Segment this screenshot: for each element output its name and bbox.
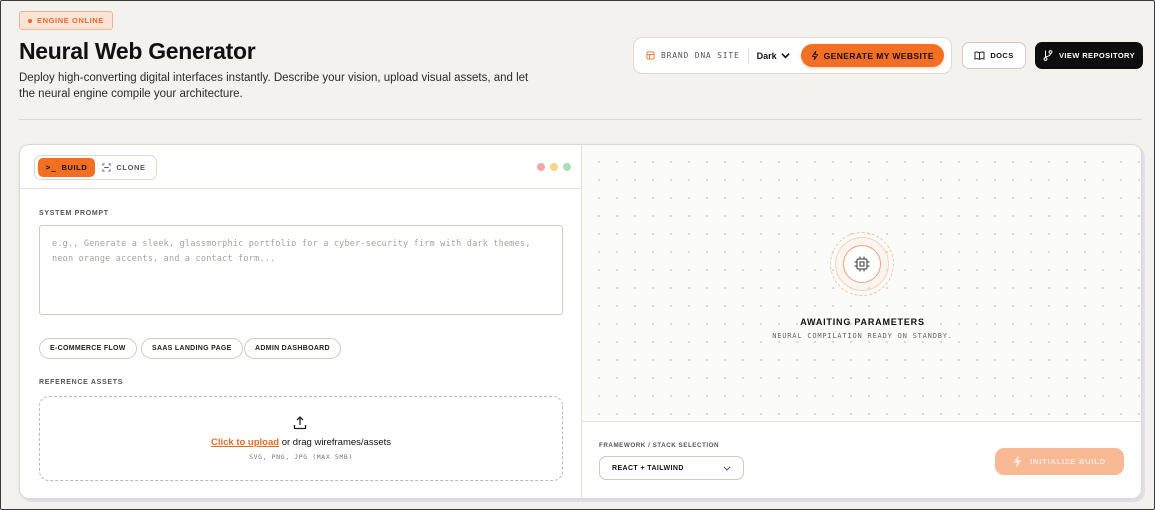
tab-clone-label: CLONE	[116, 163, 146, 172]
brand-dna-toggle[interactable]: BRAND DNA SITE	[646, 51, 740, 60]
build-controls: FRAMEWORK / STACK SELECTION REACT + TAIL…	[582, 421, 1141, 498]
stack-label: FRAMEWORK / STACK SELECTION	[599, 442, 720, 449]
docs-button[interactable]: DOCS	[962, 42, 1026, 69]
page-description: Deploy high-converting digital interface…	[19, 72, 529, 100]
generate-website-button[interactable]: GENERATE MY WEBSITE	[800, 44, 944, 67]
builder-tab-bar: >_ BUILD CLONE	[20, 145, 581, 189]
initialize-build-button[interactable]: INITIALIZE BUILD	[995, 448, 1124, 475]
upload-text: or drag wireframes/assets	[279, 437, 392, 448]
template-chip-label: ADMIN DASHBOARD	[255, 345, 330, 352]
awaiting-subtitle: NEURAL COMPILATION READY ON STANDBY.	[772, 332, 953, 340]
bolt-icon	[811, 51, 819, 60]
cpu-icon	[854, 256, 870, 272]
reference-assets-label: REFERENCE ASSETS	[39, 379, 124, 386]
action-group: BRAND DNA SITE Dark GENERATE MY WEBSITE	[633, 37, 952, 74]
view-repository-label: VIEW REPOSITORY	[1058, 51, 1135, 60]
upload-hint: SVG, PNG, JPG (MAX 5MB)	[249, 453, 353, 461]
template-chip-ecommerce[interactable]: E-COMMERCE FLOW	[39, 338, 137, 359]
status-dot	[28, 18, 32, 23]
window-dot-yellow	[550, 163, 558, 171]
preview-pane: AWAITING PARAMETERS NEURAL COMPILATION R…	[582, 145, 1141, 498]
awaiting-title: AWAITING PARAMETERS	[800, 317, 925, 327]
status-badge: ENGINE ONLINE	[19, 11, 113, 30]
builder-pane: >_ BUILD CLONE SYSTEM PROMPT e.g., Gener…	[20, 145, 581, 498]
initialize-build-label: INITIALIZE BUILD	[1030, 457, 1106, 466]
template-chip-admin[interactable]: ADMIN DASHBOARD	[244, 338, 341, 359]
view-repository-button[interactable]: VIEW REPOSITORY	[1035, 42, 1143, 69]
builder-card: >_ BUILD CLONE SYSTEM PROMPT e.g., Gener…	[19, 144, 1142, 499]
window-controls	[537, 163, 571, 171]
header-divider	[19, 119, 1142, 120]
bolt-icon	[1013, 456, 1022, 467]
generate-website-label: GENERATE MY WEBSITE	[823, 50, 934, 61]
template-chip-saas[interactable]: SAAS LANDING PAGE	[141, 338, 243, 359]
system-prompt-label: SYSTEM PROMPT	[39, 210, 109, 217]
page-title: Neural Web Generator	[19, 38, 256, 64]
upload-instructions: Click to upload or drag wireframes/asset…	[40, 437, 562, 448]
brand-dna-icon	[646, 51, 655, 60]
standby-indicator	[830, 232, 894, 296]
tab-build[interactable]: >_ BUILD	[38, 158, 95, 177]
theme-select-value: Dark	[756, 50, 777, 61]
upload-dropzone[interactable]: Click to upload or drag wireframes/asset…	[39, 396, 563, 481]
book-icon	[974, 51, 985, 60]
upload-link[interactable]: Click to upload	[211, 437, 279, 448]
scan-icon	[102, 163, 111, 172]
chevron-down-icon	[780, 53, 790, 59]
terminal-icon: >_	[45, 163, 57, 172]
window-dot-red	[537, 163, 545, 171]
chevron-down-icon	[723, 466, 731, 471]
docs-label: DOCS	[990, 51, 1014, 60]
preview-canvas: AWAITING PARAMETERS NEURAL COMPILATION R…	[582, 145, 1141, 421]
system-prompt-placeholder: e.g., Generate a sleek, glassmorphic por…	[52, 239, 531, 264]
window-dot-green	[563, 163, 571, 171]
tab-clone[interactable]: CLONE	[95, 158, 153, 177]
tab-build-label: BUILD	[61, 163, 88, 172]
upload-icon	[293, 416, 307, 430]
git-branch-icon	[1043, 50, 1053, 61]
divider	[747, 48, 749, 63]
app-window: ENGINE ONLINE Neural Web Generator Deplo…	[0, 0, 1155, 510]
system-prompt-input[interactable]: e.g., Generate a sleek, glassmorphic por…	[39, 225, 563, 315]
brand-dna-label: BRAND DNA SITE	[661, 51, 740, 60]
template-chip-label: E-COMMERCE FLOW	[50, 345, 126, 352]
stack-select[interactable]: REACT + TAILWIND	[599, 456, 744, 480]
mode-tab-switch: >_ BUILD CLONE	[34, 155, 157, 180]
stack-select-value: REACT + TAILWIND	[612, 464, 684, 472]
theme-select[interactable]: Dark	[757, 51, 790, 61]
template-chip-label: SAAS LANDING PAGE	[152, 345, 232, 352]
status-badge-label: ENGINE ONLINE	[37, 16, 104, 25]
